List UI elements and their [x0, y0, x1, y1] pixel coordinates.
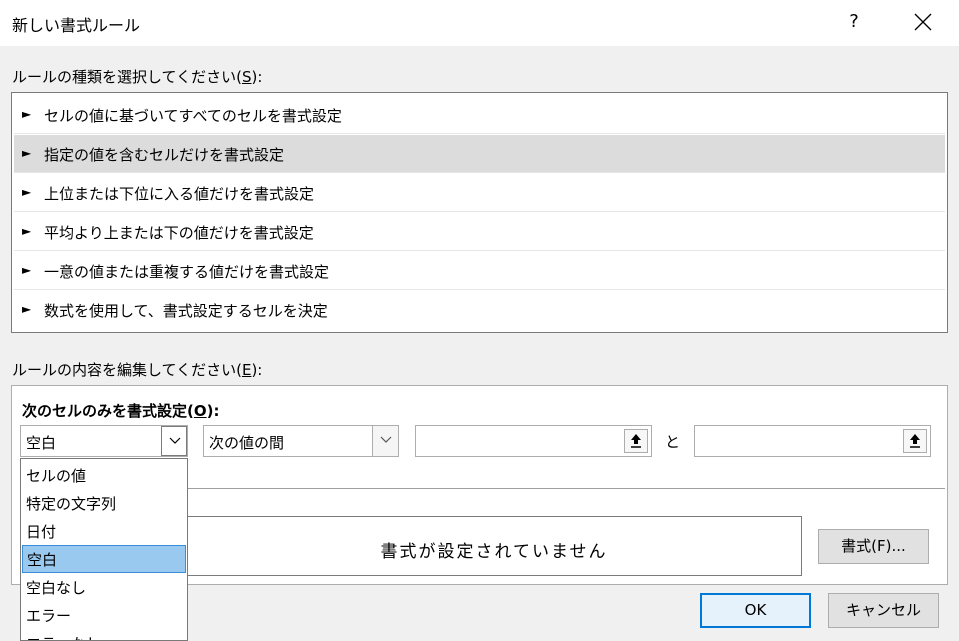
window-title: 新しい書式ルール	[12, 16, 141, 35]
rule-item[interactable]: ► 一意の値または重複する値だけを書式設定	[14, 252, 945, 290]
close-icon	[914, 13, 932, 31]
title-bar: 新しい書式ルール ?	[0, 0, 959, 46]
collapse-up-icon	[910, 434, 920, 448]
dropdown-option[interactable]: セルの値	[22, 462, 186, 490]
cancel-button[interactable]: キャンセル	[828, 593, 939, 628]
value2-input[interactable]	[694, 425, 931, 457]
dropdown-toggle[interactable]	[372, 426, 398, 456]
format-only-heading: 次のセルのみを書式設定(O):	[22, 402, 220, 420]
rule-item[interactable]: ► 上位または下位に入る値だけを書式設定	[14, 174, 945, 212]
triangle-right-icon: ►	[22, 263, 32, 277]
dropdown-option-highlighted[interactable]: 空白	[22, 545, 186, 573]
dropdown-option[interactable]: 空白なし	[22, 574, 186, 602]
dropdown-toggle[interactable]	[161, 426, 187, 456]
triangle-right-icon: ►	[22, 107, 32, 121]
operator-select[interactable]: 次の値の間	[203, 425, 399, 457]
value1-input[interactable]	[415, 425, 652, 457]
dropdown-option[interactable]: エラー	[22, 602, 186, 630]
rule-edit-label: ルールの内容を編集してください(E):	[12, 361, 263, 379]
cell-condition-dropdown[interactable]: セルの値 特定の文字列 日付 空白 空白なし エラー エラーなし	[20, 458, 188, 641]
dropdown-option[interactable]: エラーなし	[22, 630, 186, 640]
rule-type-list[interactable]: ► セルの値に基づいてすべてのセルを書式設定 ► 指定の値を含むセルだけを書式設…	[11, 92, 948, 333]
and-label: と	[665, 433, 681, 451]
range-select-button[interactable]	[903, 429, 927, 453]
divider	[186, 488, 945, 489]
range-select-button[interactable]	[624, 429, 648, 453]
rule-item-selected[interactable]: ► 指定の値を含むセルだけを書式設定	[14, 135, 945, 173]
rule-type-label: ルールの種類を選択してください(S):	[12, 68, 263, 86]
chevron-down-icon	[169, 437, 181, 444]
triangle-right-icon: ►	[22, 185, 32, 199]
rule-item[interactable]: ► 平均より上または下の値だけを書式設定	[14, 213, 945, 251]
collapse-up-icon	[631, 434, 641, 448]
format-button[interactable]: 書式(F)...	[818, 529, 929, 564]
format-preview: 書式が設定されていません	[186, 516, 802, 576]
dropdown-option[interactable]: 日付	[22, 518, 186, 546]
triangle-right-icon: ►	[22, 302, 32, 316]
rule-item[interactable]: ► 数式を使用して、書式設定するセルを決定	[14, 291, 945, 329]
triangle-right-icon: ►	[22, 224, 32, 238]
chevron-down-icon	[380, 436, 392, 443]
close-button[interactable]	[905, 6, 941, 38]
help-button[interactable]: ?	[838, 6, 870, 38]
help-icon: ?	[849, 11, 859, 32]
dropdown-option[interactable]: 特定の文字列	[22, 490, 186, 518]
ok-button[interactable]: OK	[700, 593, 811, 628]
rule-item[interactable]: ► セルの値に基づいてすべてのセルを書式設定	[14, 96, 945, 134]
triangle-right-icon: ►	[22, 146, 32, 160]
cell-condition-select[interactable]: 空白	[20, 425, 188, 457]
